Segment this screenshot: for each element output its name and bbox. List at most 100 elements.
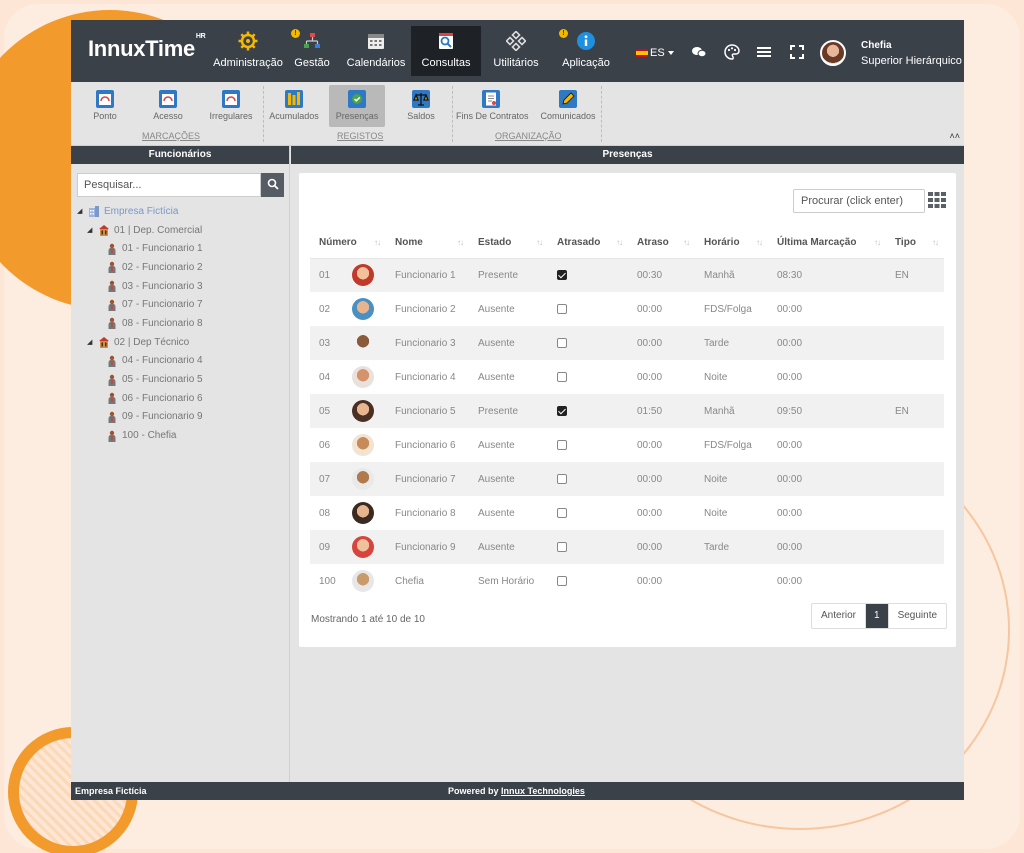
sort-icon[interactable]: ↑↓: [457, 238, 464, 247]
tree-node-employee[interactable]: 05 - Funcionario 5: [77, 370, 284, 389]
tree-node-employee[interactable]: 02 - Funcionario 2: [77, 258, 284, 277]
atrasado-checkbox[interactable]: [557, 507, 567, 518]
tree-node-employee[interactable]: 07 - Funcionario 7: [77, 295, 284, 314]
cell-ultima-marcacao: 00:00: [777, 575, 803, 587]
ribbon-saldos-button[interactable]: Saldos: [393, 85, 449, 127]
cell-numero: 04: [319, 371, 331, 383]
ribbon-irregulares-button[interactable]: Irregulares: [203, 85, 259, 127]
tree-node-company[interactable]: ◢ Empresa Fictícia: [77, 202, 284, 221]
sort-icon[interactable]: ↑↓: [683, 238, 690, 247]
nav-calendarios[interactable]: Calendários: [341, 26, 411, 76]
cell-avatar: [352, 496, 386, 530]
sort-icon[interactable]: ↑↓: [756, 238, 763, 247]
table-row[interactable]: 06 Funcionario 6 Ausente 00:00 FDS/Folga 00:0…: [310, 428, 944, 462]
sort-icon[interactable]: ↑↓: [874, 238, 881, 247]
table-search-input[interactable]: [793, 189, 925, 213]
atrasado-checkbox[interactable]: [557, 473, 567, 484]
chat-icon[interactable]: [691, 44, 707, 60]
footer-link[interactable]: Innux Technologies: [501, 786, 585, 796]
app-logo[interactable]: InnuxTimeHR: [88, 33, 206, 62]
ribbon-comunicados-button[interactable]: Comunicados: [536, 85, 600, 127]
table-row[interactable]: 09 Funcionario 9 Ausente 00:00 Tarde 00:00: [310, 530, 944, 564]
pagination-next-button[interactable]: Seguinte: [887, 604, 946, 628]
search-button[interactable]: [261, 173, 284, 197]
cell-avatar: [352, 564, 386, 598]
tree-expand-icon[interactable]: ◢: [77, 207, 85, 215]
table-row[interactable]: 100 Chefia Sem Horário 00:00 00:00: [310, 564, 944, 598]
cell-numero: 05: [310, 394, 352, 428]
cell-numero: 02: [319, 303, 331, 315]
user-avatar[interactable]: [820, 40, 846, 66]
employee-search-input[interactable]: [77, 173, 261, 197]
column-header-estado[interactable]: Estado ↑↓: [469, 228, 548, 259]
tree-node-employee[interactable]: 01 - Funcionario 1: [77, 239, 284, 258]
tree-expand-icon[interactable]: ◢: [87, 226, 95, 234]
ribbon-fins-contratos-button[interactable]: Fins De Contratos: [456, 85, 529, 127]
cell-tipo: [886, 496, 944, 530]
palette-icon[interactable]: [724, 44, 740, 60]
tree-node-employee[interactable]: 08 - Funcionario 8: [77, 314, 284, 333]
tree-node-department[interactable]: ◢ 01 | Dep. Comercial: [77, 221, 284, 240]
language-select[interactable]: ES: [636, 47, 674, 59]
tree-node-employee[interactable]: 100 - Chefia: [77, 426, 284, 445]
sort-icon[interactable]: ↑↓: [536, 238, 543, 247]
ribbon-ponto-button[interactable]: Ponto: [77, 85, 133, 127]
atrasado-checkbox[interactable]: [557, 405, 567, 416]
collapse-ribbon-icon[interactable]: ˄˄: [949, 131, 960, 141]
ribbon-acumulados-button[interactable]: Acumulados: [266, 85, 322, 127]
table-row[interactable]: 07 Funcionario 7 Ausente 00:00 Noite 00:00: [310, 462, 944, 496]
sort-icon[interactable]: ↑↓: [374, 238, 381, 247]
nav-aplicacao[interactable]: ! Aplicação: [551, 26, 621, 76]
nav-gestao[interactable]: ! Gestão: [283, 26, 341, 76]
column-header-horario[interactable]: Horário ↑↓: [695, 228, 768, 259]
cell-avatar: [352, 360, 386, 394]
table-row[interactable]: 04 Funcionario 4 Ausente 00:00 Noite 00:00: [310, 360, 944, 394]
pagination-page-button[interactable]: 1: [865, 604, 888, 628]
nav-consultas[interactable]: Consultas: [411, 26, 481, 76]
column-header-atraso[interactable]: Atraso ↑↓: [628, 228, 695, 259]
tree-node-employee[interactable]: 06 - Funcionario 6: [77, 389, 284, 408]
table-row[interactable]: 02 Funcionario 2 Ausente 00:00 FDS/Folga 00:0…: [310, 292, 944, 326]
atrasado-checkbox[interactable]: [557, 337, 567, 348]
nav-administracao[interactable]: Administração: [213, 26, 283, 76]
cell-atrasado: [548, 564, 628, 598]
ribbon-group-registos[interactable]: REGISTOS: [337, 131, 383, 141]
column-header-nome[interactable]: Nome ↑↓: [386, 228, 469, 259]
sort-icon[interactable]: ↑↓: [932, 238, 939, 247]
column-header-tipo[interactable]: Tipo ↑↓: [886, 228, 944, 259]
table-row[interactable]: 01 Funcionario 1 Presente 00:30 Manhã 08:30 EN: [310, 258, 944, 292]
atrasado-checkbox[interactable]: [557, 541, 567, 552]
cell-numero: 03: [310, 326, 352, 360]
tree-expand-icon[interactable]: ◢: [87, 338, 95, 346]
cell-atrasado: [548, 258, 628, 292]
ribbon-group-marcacoes[interactable]: MARCAÇÕES: [142, 131, 200, 141]
atrasado-checkbox[interactable]: [557, 270, 567, 281]
atrasado-checkbox[interactable]: [557, 439, 567, 450]
column-header-ultima-marcacao[interactable]: Última Marcação ↑↓: [768, 228, 886, 259]
atrasado-checkbox[interactable]: [557, 303, 567, 314]
ribbon-acesso-button[interactable]: Acesso: [140, 85, 196, 127]
table-row[interactable]: 03 Funcionario 3 Ausente 00:00 Tarde 00:00: [310, 326, 944, 360]
pagination-prev-button[interactable]: Anterior: [812, 604, 865, 628]
menu-icon[interactable]: [756, 44, 772, 60]
column-header-atrasado[interactable]: Atrasado ↑↓: [548, 228, 628, 259]
tree-node-employee[interactable]: 03 - Funcionario 3: [77, 277, 284, 296]
column-header-numero[interactable]: Número ↑↓: [310, 228, 386, 259]
main-nav: Administração ! Gestão Calendários Consu…: [213, 26, 621, 76]
table-row[interactable]: 08 Funcionario 8 Ausente 00:00 Noite 00:00: [310, 496, 944, 530]
atrasado-checkbox[interactable]: [557, 371, 567, 382]
table-row[interactable]: 05 Funcionario 5 Presente 01:50 Manhã 09:50 EN: [310, 394, 944, 428]
sort-icon[interactable]: ↑↓: [616, 238, 623, 247]
tree-node-department[interactable]: ◢ 02 | Dep Técnico: [77, 333, 284, 352]
fullscreen-icon[interactable]: [789, 44, 805, 60]
grid-view-icon[interactable]: [928, 192, 946, 208]
cell-atraso: 00:30: [628, 258, 695, 292]
nav-utilitarios[interactable]: Utilitários: [481, 26, 551, 76]
cell-nome: Funcionario 6: [395, 439, 456, 451]
employee-avatar: [352, 366, 374, 388]
ribbon-group-organizacao[interactable]: ORGANIZAÇÃO: [495, 131, 562, 141]
tree-node-employee[interactable]: 09 - Funcionario 9: [77, 408, 284, 427]
tree-node-employee[interactable]: 04 - Funcionario 4: [77, 352, 284, 371]
ribbon-presencas-button[interactable]: Presenças: [329, 85, 385, 127]
atrasado-checkbox[interactable]: [557, 575, 567, 586]
